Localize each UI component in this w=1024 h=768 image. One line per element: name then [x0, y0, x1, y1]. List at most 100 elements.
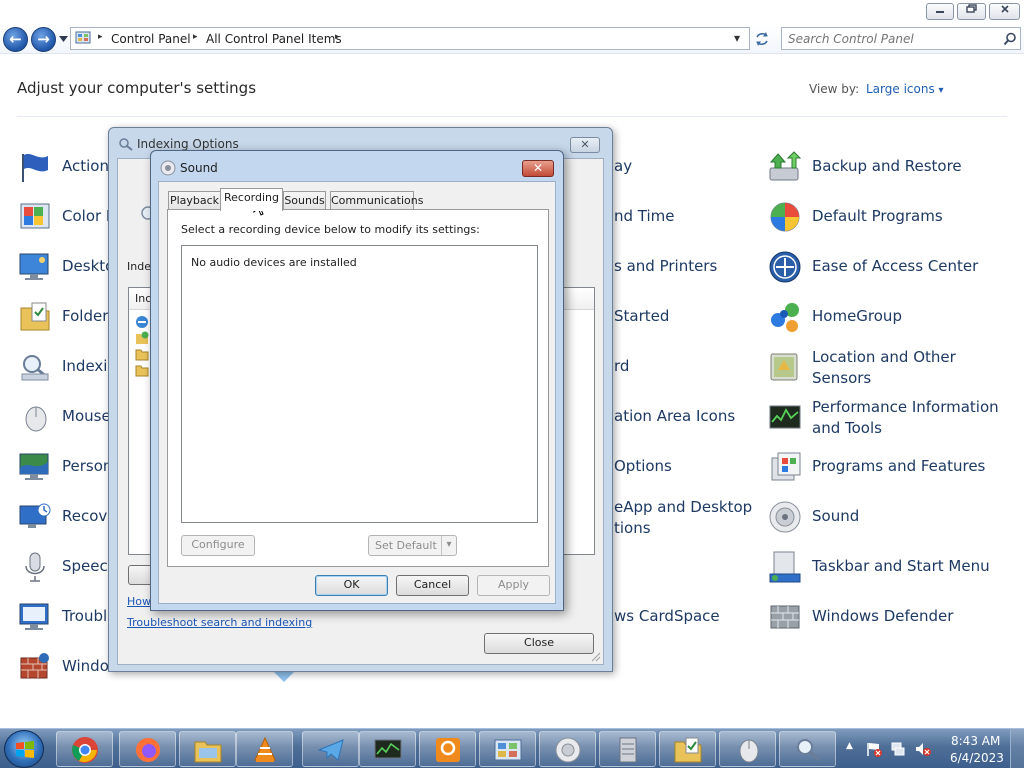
maximize-button[interactable]: [957, 3, 986, 20]
sound-title-icon: [160, 160, 176, 176]
sound-dialog[interactable]: Sound ✕ Playback Recording Sounds Commun…: [150, 150, 564, 611]
cp-item-default-programs[interactable]: Default Programs: [768, 198, 1008, 238]
clock-time[interactable]: 8:43 AM: [951, 734, 1000, 748]
cp-item-windows-defender[interactable]: Windows Defender: [768, 598, 1008, 638]
set-default-arrow-icon[interactable]: ▾: [441, 536, 456, 555]
network-tray-icon[interactable]: [890, 741, 906, 757]
tab-playback[interactable]: Playback: [168, 191, 221, 210]
cp-item-personalization[interactable]: Person: [18, 448, 118, 488]
cp-item-ease-of-access[interactable]: Ease of Access Center: [768, 248, 1008, 288]
taskbar-firefox[interactable]: [119, 731, 176, 767]
page-heading: Adjust your computer's settings: [17, 79, 257, 97]
cp-item-label: Location and Other Sensors: [812, 348, 956, 387]
speaker-app-icon: [555, 737, 581, 763]
cp-item-color-management[interactable]: Color M: [18, 198, 119, 238]
sound-client-area: Playback Recording Sounds Communications…: [158, 181, 556, 604]
column-header-included[interactable]: Inc: [135, 292, 151, 305]
cp-item-folder-options[interactable]: Folder: [18, 298, 118, 338]
cp-item-windows-firewall[interactable]: Windo: [18, 648, 118, 688]
show-hidden-icons-button[interactable]: ▲: [846, 741, 853, 751]
cp-item-taskbar-start-menu[interactable]: Taskbar and Start Menu: [768, 548, 1008, 588]
cp-item-desktop-gadgets[interactable]: Deskto: [18, 248, 118, 288]
forward-button[interactable]: →: [31, 27, 56, 52]
tab-sounds[interactable]: Sounds: [283, 191, 326, 210]
taskbar-mouse[interactable]: [719, 731, 776, 767]
tab-recording[interactable]: Recording: [220, 188, 283, 211]
how-link[interactable]: How: [127, 595, 151, 608]
apply-button[interactable]: Apply: [477, 575, 550, 596]
taskbar-chrome[interactable]: [56, 731, 113, 767]
color-management-icon: [20, 203, 50, 229]
search-icon[interactable]: [1003, 32, 1017, 46]
taskbar-vlc[interactable]: [236, 731, 293, 767]
taskbar-indexing[interactable]: [779, 731, 836, 767]
set-default-button[interactable]: Set Default ▾: [368, 535, 457, 556]
indexing-close-button[interactable]: ✕: [570, 137, 600, 153]
cp-item-label: s and Printers: [614, 257, 718, 275]
cp-item-homegroup[interactable]: HomeGroup: [768, 298, 1008, 338]
action-center-tray-icon[interactable]: [866, 741, 882, 757]
address-dropdown-icon[interactable]: ▾: [734, 31, 740, 45]
sound-dialog-title: Sound: [180, 161, 218, 175]
refresh-icon[interactable]: [753, 30, 771, 48]
cp-item-indexing-options[interactable]: Indexin: [18, 348, 118, 388]
close-window-button[interactable]: [989, 3, 1020, 20]
taskbar-pdf-editor[interactable]: [419, 731, 476, 767]
cp-item-speech-recognition[interactable]: Speech: [18, 548, 118, 588]
start-button[interactable]: [4, 730, 44, 768]
resize-grip-icon[interactable]: [591, 652, 601, 662]
recent-pages-icon[interactable]: [59, 35, 68, 43]
search-field[interactable]: [781, 27, 1021, 50]
view-by-dropdown[interactable]: Large icons ▾: [866, 82, 944, 96]
empty-device-message: No audio devices are installed: [191, 256, 357, 269]
indexing-window-title: Indexing Options: [137, 137, 239, 151]
vlc-icon: [254, 736, 276, 762]
cp-item-action-center[interactable]: Action: [18, 148, 118, 188]
cp-item-backup-and-restore[interactable]: Backup and Restore: [768, 148, 1008, 188]
taskbar-control-panel[interactable]: [479, 731, 536, 767]
explorer-icon: [194, 741, 222, 763]
cp-item-label: Default Programs: [812, 207, 943, 225]
taskbar-explorer[interactable]: [179, 731, 236, 767]
cp-item-label: Sound: [812, 507, 860, 525]
breadcrumb-all-items[interactable]: All Control Panel Items: [206, 32, 342, 46]
indexing-close-dialog-button[interactable]: Close: [484, 633, 594, 654]
show-desktop-button[interactable]: [1010, 729, 1024, 768]
indexing-icon: [797, 739, 820, 762]
cp-item-label: Windo: [62, 657, 109, 675]
pdf-editor-icon: [436, 738, 460, 762]
recording-device-list[interactable]: No audio devices are installed: [181, 245, 538, 523]
back-button[interactable]: ←: [3, 27, 28, 52]
ok-button[interactable]: OK: [315, 575, 388, 596]
cp-item-label: ws CardSpace: [614, 607, 720, 625]
action-center-flag-icon: [22, 154, 48, 182]
view-by-value: Large icons: [866, 82, 935, 96]
folder-icon: [135, 365, 149, 377]
crumb-separator-icon: ▸: [193, 32, 198, 42]
cancel-button[interactable]: Cancel: [396, 575, 469, 596]
sound-close-button[interactable]: ✕: [522, 160, 554, 177]
taskbar-server[interactable]: [599, 731, 656, 767]
volume-muted-tray-icon[interactable]: [914, 741, 932, 757]
clock-date[interactable]: 6/4/2023: [950, 751, 1004, 765]
cp-item-sound[interactable]: Sound: [768, 498, 1008, 538]
taskbar-telegram[interactable]: [302, 731, 359, 767]
troubleshoot-link[interactable]: Troubleshoot search and indexing: [127, 616, 312, 629]
cp-item-mouse[interactable]: Mouse: [18, 398, 118, 438]
search-input[interactable]: [788, 31, 988, 47]
address-field[interactable]: ▸ Control Panel ▸ All Control Panel Item…: [70, 27, 750, 50]
cp-item-recovery[interactable]: Recove: [18, 498, 118, 538]
configure-button[interactable]: Configure: [181, 535, 255, 556]
cp-item-troubleshooting[interactable]: Troubl: [18, 598, 118, 638]
taskbar-folder-options[interactable]: [659, 731, 716, 767]
taskbar-sound[interactable]: [539, 731, 596, 767]
taskbar-network-monitor[interactable]: [359, 731, 416, 767]
cp-item-programs-and-features[interactable]: Programs and Features: [768, 448, 1008, 488]
breadcrumb-control-panel[interactable]: Control Panel: [111, 32, 191, 46]
cp-item-label: HomeGroup: [812, 307, 902, 325]
cp-item-performance[interactable]: Performance Information and Tools: [768, 398, 1008, 438]
sound-icon: [769, 501, 801, 533]
tab-communications[interactable]: Communications: [330, 191, 423, 210]
cp-item-location-sensors[interactable]: Location and Other Sensors: [768, 348, 1008, 388]
minimize-button[interactable]: [926, 3, 954, 20]
